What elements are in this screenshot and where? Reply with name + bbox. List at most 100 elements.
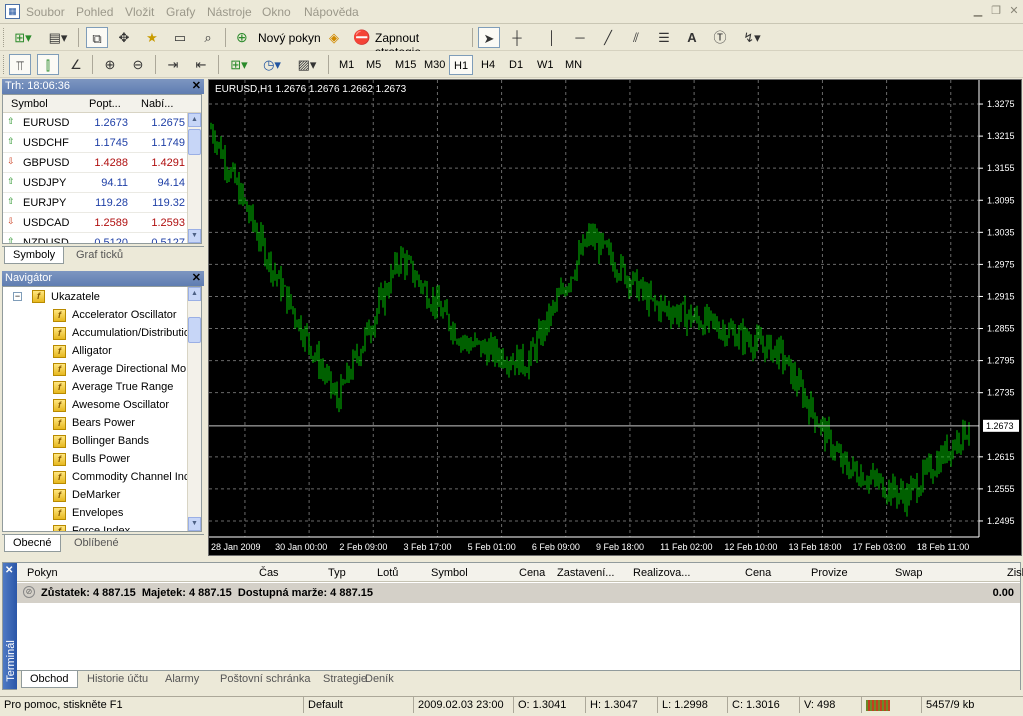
tree-item-indicator[interactable]: Awesome Oscillator bbox=[72, 396, 169, 414]
tree-item-indicator[interactable]: DeMarker bbox=[72, 486, 120, 504]
candlestick-icon[interactable]: ⫿ bbox=[37, 54, 59, 75]
column-header[interactable]: Nabí... bbox=[141, 98, 173, 110]
navigator-scrollbar[interactable]: ▲ ▼ bbox=[187, 287, 201, 531]
metaeditor-icon[interactable]: ◈ bbox=[323, 27, 345, 48]
timeframe-m5-button[interactable]: M5 bbox=[362, 55, 385, 75]
bar-chart-icon[interactable]: ⫪ bbox=[9, 54, 31, 75]
terminal-column-header[interactable]: Cena bbox=[519, 567, 545, 579]
minimize-icon[interactable]: ▁ bbox=[970, 4, 986, 18]
menu-insert[interactable]: Vložit bbox=[125, 5, 154, 19]
tree-item-indicator[interactable]: Alligator bbox=[72, 342, 112, 360]
market-watch-row[interactable]: ⇩ GBPUSD 1.4288 1.4291 bbox=[3, 153, 201, 173]
trendline-icon[interactable]: ╱ bbox=[597, 27, 619, 48]
timeframe-d1-button[interactable]: D1 bbox=[505, 55, 527, 75]
menu-window[interactable]: Okno bbox=[262, 5, 291, 19]
terminal-icon[interactable]: ▭ bbox=[169, 27, 191, 48]
tree-item-indicator[interactable]: Bears Power bbox=[72, 414, 135, 432]
arrows-icon[interactable]: ↯▾ bbox=[737, 27, 767, 48]
timeframe-h4-button[interactable]: H4 bbox=[477, 55, 499, 75]
templates-icon[interactable]: ▨▾ bbox=[292, 54, 322, 75]
autotrading-button[interactable]: ⛔ Zapnout strategie bbox=[350, 27, 468, 59]
menu-charts[interactable]: Grafy bbox=[166, 5, 195, 19]
balance-row[interactable]: ⊘ Zůstatek: 4 887.15 Majetek: 4 887.15 D… bbox=[17, 583, 1020, 603]
crosshair-icon[interactable]: ┼ bbox=[506, 27, 528, 48]
terminal-column-header[interactable]: Lotů bbox=[377, 567, 398, 579]
strategy-tester-icon[interactable]: ⌕ bbox=[197, 27, 219, 48]
terminal-column-header[interactable]: Symbol bbox=[431, 567, 468, 579]
timeframe-m30-button[interactable]: M30 bbox=[420, 55, 449, 75]
vertical-line-icon[interactable]: │ bbox=[541, 27, 563, 48]
close-icon[interactable]: ✕ bbox=[192, 79, 201, 94]
timeframe-m15-button[interactable]: M15 bbox=[391, 55, 420, 75]
market-watch-row[interactable]: ⇧ EURJPY 119.28 119.32 bbox=[3, 193, 201, 213]
navigator-icon[interactable]: ★ bbox=[141, 27, 163, 48]
terminal-tab[interactable]: Deník bbox=[357, 671, 402, 688]
terminal-column-header[interactable]: Realizova... bbox=[633, 567, 690, 579]
periods-icon[interactable]: ◷▾ bbox=[258, 54, 286, 75]
app-icon[interactable]: ▦ bbox=[5, 4, 20, 19]
terminal-column-header[interactable]: Zisk bbox=[1007, 567, 1023, 579]
tree-item-indicator[interactable]: Bulls Power bbox=[72, 450, 130, 468]
close-icon[interactable]: ✕ bbox=[192, 271, 201, 286]
terminal-column-header[interactable]: Zastavení... bbox=[557, 567, 614, 579]
terminal-column-header[interactable]: Pokyn bbox=[27, 567, 58, 579]
timeframe-h1-button[interactable]: H1 bbox=[449, 55, 474, 75]
menu-tools[interactable]: Nástroje bbox=[207, 5, 252, 19]
text-icon[interactable]: A bbox=[681, 27, 703, 48]
text-label-icon[interactable]: Ⓣ bbox=[709, 27, 731, 48]
tab-tick-chart[interactable]: Graf ticků bbox=[68, 247, 131, 264]
terminal-column-header[interactable]: Provize bbox=[811, 567, 848, 579]
menu-view[interactable]: Pohled bbox=[76, 5, 113, 19]
tab-general[interactable]: Obecné bbox=[4, 535, 61, 552]
tree-item-indicator[interactable]: Envelopes bbox=[72, 504, 123, 522]
tree-item-indicators[interactable]: Ukazatele bbox=[51, 288, 100, 306]
chart-window[interactable]: EURUSD,H1 1.2676 1.2676 1.2662 1.2673 1.… bbox=[208, 79, 1022, 556]
terminal-tab[interactable]: Obchod bbox=[21, 671, 78, 688]
equidistant-channel-icon[interactable]: ⫽ bbox=[625, 27, 647, 48]
price-chart[interactable]: EURUSD,H1 1.2676 1.2676 1.2662 1.2673 1.… bbox=[209, 80, 1021, 555]
close-icon[interactable]: ✕ bbox=[5, 565, 13, 576]
indicators-icon[interactable]: ⊞▾ bbox=[225, 54, 253, 75]
timeframe-mn-button[interactable]: MN bbox=[561, 55, 586, 75]
market-watch-row[interactable]: ⇧ NZDUSD 0.5120 0.5127 bbox=[3, 233, 201, 244]
tab-symbols[interactable]: Symboly bbox=[4, 247, 65, 264]
close-icon[interactable]: ✕ bbox=[1006, 4, 1022, 18]
fibonacci-icon[interactable]: ☰ bbox=[653, 27, 675, 48]
tree-item-indicator[interactable]: Accelerator Oscillator bbox=[72, 306, 177, 324]
restore-icon[interactable]: ❐ bbox=[988, 4, 1004, 18]
horizontal-line-icon[interactable]: ─ bbox=[569, 27, 591, 48]
new-order-button[interactable]: ⊕ Nový pokyn bbox=[232, 27, 322, 48]
profiles-icon[interactable]: ▤▾ bbox=[44, 27, 72, 48]
collapse-icon[interactable]: − bbox=[13, 292, 22, 301]
line-chart-icon[interactable]: ∠ bbox=[65, 54, 87, 75]
terminal-column-header[interactable]: Cena bbox=[745, 567, 771, 579]
data-window-icon[interactable]: ✥ bbox=[113, 27, 135, 48]
zoom-out-icon[interactable]: ⊖ bbox=[127, 54, 149, 75]
new-chart-icon[interactable]: ⊞▾ bbox=[9, 27, 37, 48]
cursor-icon[interactable]: ➤ bbox=[478, 27, 500, 48]
market-watch-row[interactable]: ⇧ USDJPY 94.11 94.14 bbox=[3, 173, 201, 193]
tree-item-indicator[interactable]: Average True Range bbox=[72, 378, 173, 396]
tree-item-indicator[interactable]: Force Index bbox=[72, 522, 130, 531]
tree-item-indicator[interactable]: Accumulation/Distributio bbox=[72, 324, 190, 342]
market-watch-row[interactable]: ⇧ EURUSD 1.2673 1.2675 bbox=[3, 113, 201, 133]
market-watch-scrollbar[interactable]: ▲ ▼ bbox=[187, 113, 201, 243]
terminal-tab[interactable]: Historie účtu bbox=[79, 671, 156, 688]
market-watch-icon[interactable]: ⧉ bbox=[86, 27, 108, 48]
timeframe-m1-button[interactable]: M1 bbox=[335, 55, 358, 75]
menu-file[interactable]: Soubor bbox=[26, 5, 65, 19]
column-header[interactable]: Popt... bbox=[89, 98, 121, 110]
tree-item-indicator[interactable]: Commodity Channel Inc bbox=[72, 468, 189, 486]
terminal-column-header[interactable]: Typ bbox=[328, 567, 346, 579]
terminal-column-header[interactable]: Swap bbox=[895, 567, 923, 579]
status-profile[interactable]: Default bbox=[303, 697, 413, 713]
terminal-tab[interactable]: Poštovní schránka bbox=[212, 671, 319, 688]
tab-favorites[interactable]: Oblíbené bbox=[66, 535, 127, 552]
market-watch-row[interactable]: ⇩ USDCAD 1.2589 1.2593 bbox=[3, 213, 201, 233]
terminal-tab[interactable]: Alarmy bbox=[157, 671, 207, 688]
tree-item-indicator[interactable]: Average Directional Mo bbox=[72, 360, 186, 378]
column-header[interactable]: Symbol bbox=[11, 98, 48, 110]
timeframe-w1-button[interactable]: W1 bbox=[533, 55, 558, 75]
menu-help[interactable]: Nápověda bbox=[304, 5, 359, 19]
chart-shift-icon[interactable]: ⇤ bbox=[190, 54, 212, 75]
